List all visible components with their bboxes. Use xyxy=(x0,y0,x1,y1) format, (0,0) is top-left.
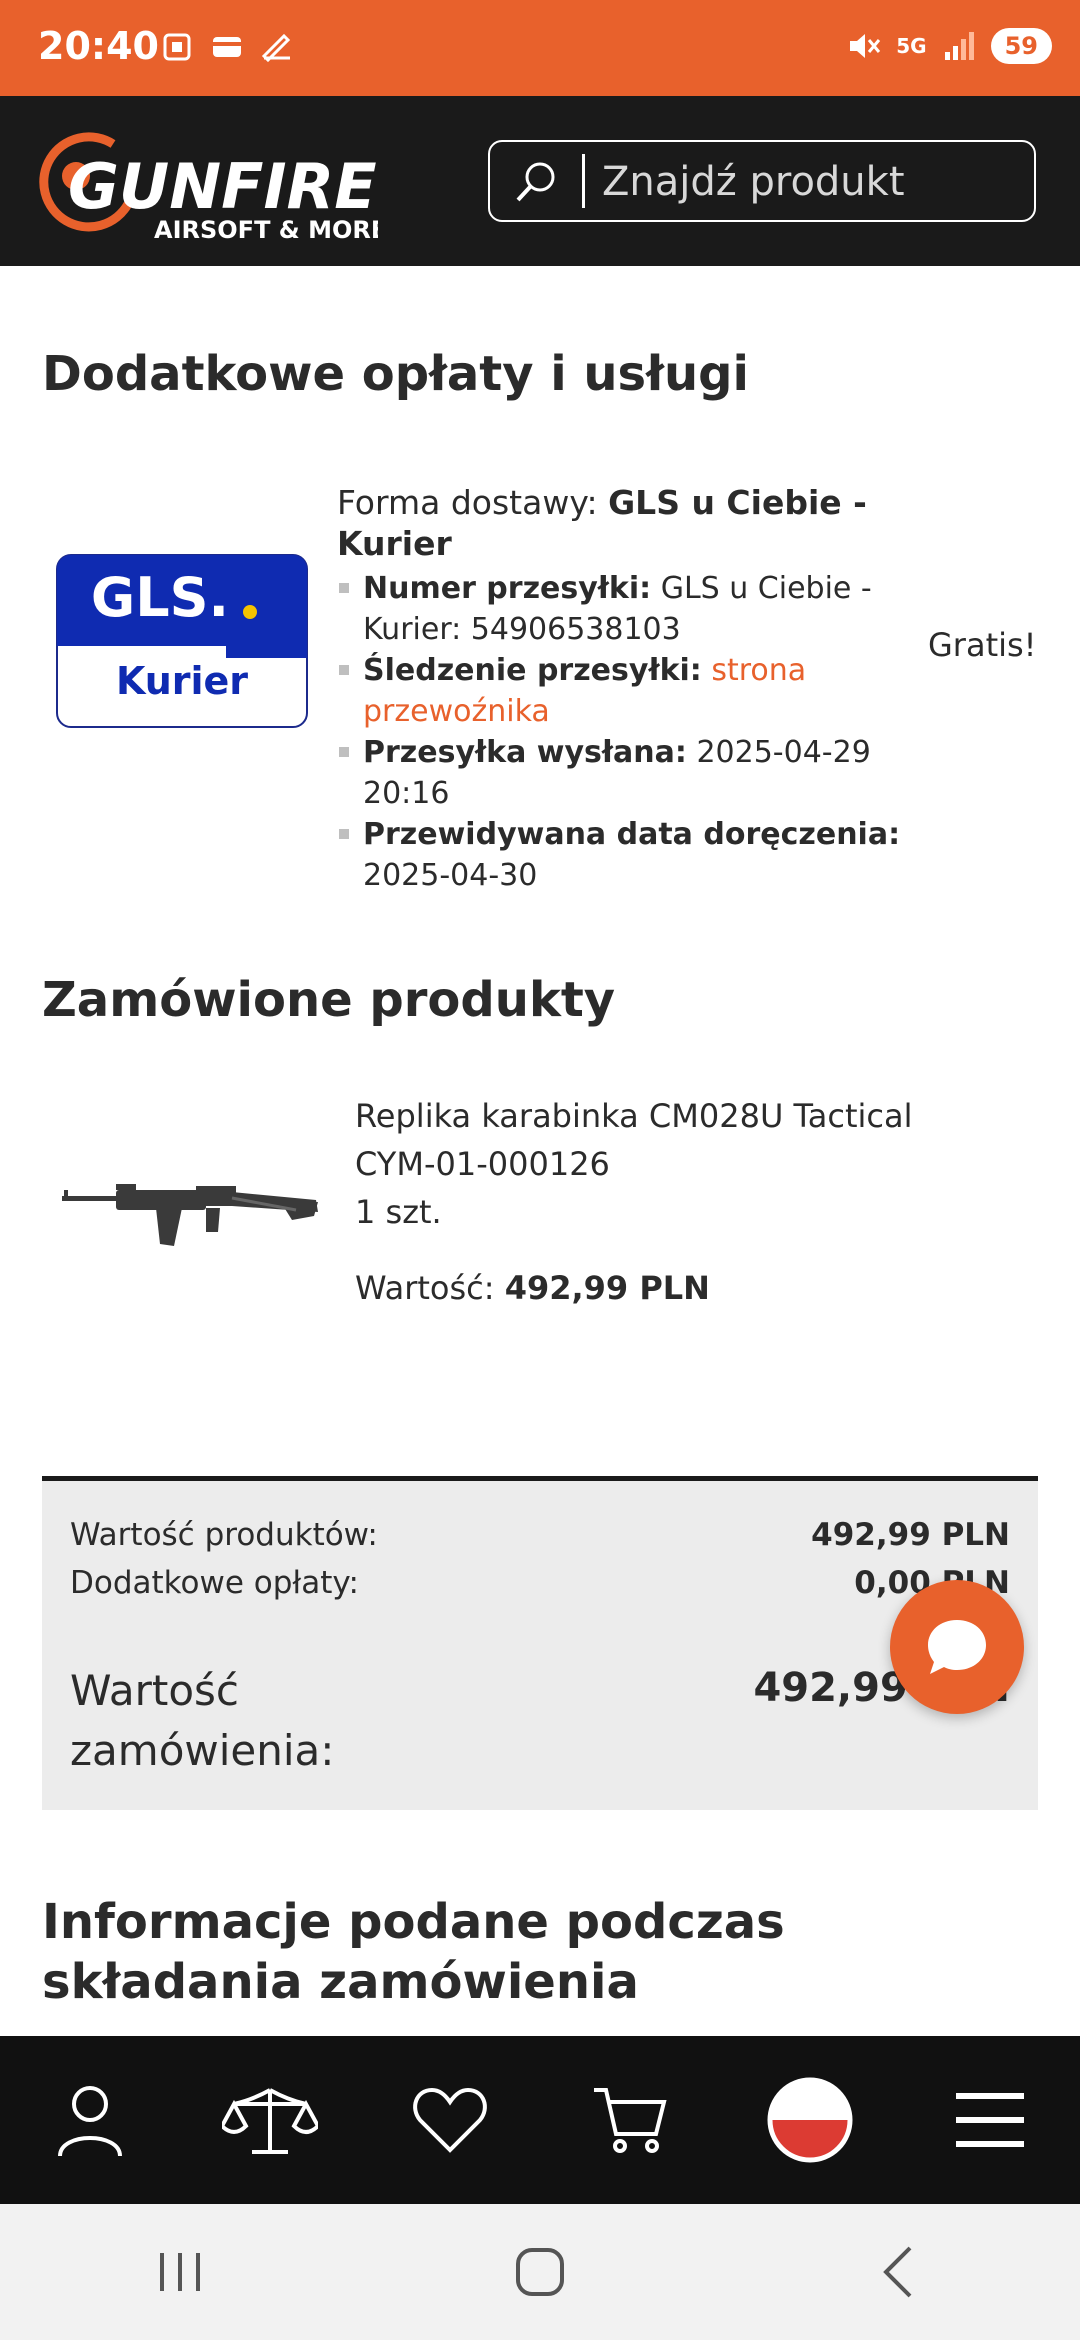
tracking-label: Śledzenie przesyłki: xyxy=(363,653,702,688)
brand-main: GUNFIRE xyxy=(68,150,377,223)
search-icon[interactable] xyxy=(512,158,560,206)
search-box[interactable] xyxy=(488,140,1036,222)
gls-wordmark: GLS. xyxy=(91,566,229,629)
eta-label: Przewidywana data doręczenia: xyxy=(363,817,901,852)
nav-cart[interactable] xyxy=(570,2060,690,2180)
products-total-label: Wartość produktów: xyxy=(70,1517,378,1553)
gunfire-logo[interactable]: GUNFIRE AIRSOFT & MORE xyxy=(28,124,378,244)
bottom-navigation xyxy=(0,2036,1080,2204)
wallet-icon xyxy=(213,37,241,57)
recent-apps-button[interactable] xyxy=(120,2222,240,2322)
text-caret xyxy=(582,154,585,208)
products-section-title: Zamówione produkty xyxy=(42,972,616,1028)
product-quantity: 1 szt. xyxy=(355,1193,442,1231)
chat-button[interactable] xyxy=(890,1580,1024,1714)
order-summary: Wartość produktów: 492,99 PLN Dodatkowe … xyxy=(42,1476,1038,1810)
scales-icon xyxy=(222,2088,318,2154)
gls-carrier-logo: GLS. Kurier xyxy=(56,554,308,728)
nav-account[interactable] xyxy=(30,2060,150,2180)
user-icon xyxy=(58,2086,122,2157)
cart-icon xyxy=(594,2088,667,2153)
mute-icon xyxy=(850,34,881,58)
system-navigation xyxy=(0,2204,1080,2340)
gls-kurier-text: Kurier xyxy=(116,659,248,703)
back-icon xyxy=(883,2246,912,2298)
product-value-label: Wartość: xyxy=(355,1269,495,1307)
back-button[interactable] xyxy=(840,2222,960,2322)
signal-icon xyxy=(944,32,974,60)
product-value: 492,99 PLN xyxy=(504,1269,710,1307)
nav-favorites[interactable] xyxy=(390,2060,510,2180)
site-header: GUNFIRE AIRSOFT & MORE xyxy=(0,96,1080,266)
battery-level: 59 xyxy=(990,28,1052,64)
eta-value: 2025-04-30 xyxy=(363,858,538,893)
nav-compare[interactable] xyxy=(210,2060,330,2180)
product-code: CYM-01-000126 xyxy=(355,1145,610,1183)
product-name[interactable]: Replika karabinka CM028U Tactical xyxy=(355,1092,913,1140)
hamburger-icon xyxy=(956,2093,1024,2147)
home-icon xyxy=(516,2248,564,2296)
nav-language[interactable] xyxy=(750,2060,870,2180)
home-button[interactable] xyxy=(480,2222,600,2322)
tracking-number-label: Numer przesyłki: xyxy=(363,571,652,606)
products-total-value: 492,99 PLN xyxy=(811,1517,1010,1553)
brand-sub: AIRSOFT & MORE xyxy=(154,216,378,244)
status-bar: 20:40 5G 59 xyxy=(0,0,1080,96)
eta-item: Przewidywana data doręczenia: 2025-04-30 xyxy=(337,814,917,896)
fees-total-label: Dodatkowe opłaty: xyxy=(70,1565,359,1601)
pen-icon xyxy=(261,33,291,63)
tracking-item: Śledzenie przesyłki: strona przewoźnika xyxy=(337,650,917,732)
shipped-label: Przesyłka wysłana: xyxy=(363,735,687,770)
chat-bubble-icon xyxy=(928,1620,986,1674)
fees-section-title: Dodatkowe opłaty i usługi xyxy=(42,346,749,402)
search-input[interactable] xyxy=(600,150,1024,214)
shipping-price: Gratis! xyxy=(928,626,1037,664)
screenshot-icon xyxy=(163,33,191,61)
recent-apps-icon xyxy=(160,2253,200,2291)
heart-icon xyxy=(413,2087,487,2153)
poland-flag-icon xyxy=(767,2077,853,2163)
info-section-title: Informacje podane podczas składania zamó… xyxy=(42,1894,785,2010)
shipping-details: Forma dostawy: GLS u Ciebie - Kurier Num… xyxy=(337,482,917,896)
delivery-label: Forma dostawy: xyxy=(337,483,598,522)
network-label: 5G xyxy=(896,34,927,58)
product-image-rifle[interactable] xyxy=(56,1146,328,1286)
order-total-label: Wartość zamówienia: xyxy=(70,1666,335,1775)
status-time: 20:40 xyxy=(38,24,159,68)
tracking-number-item: Numer przesyłki: GLS u Ciebie - Kurier: … xyxy=(337,568,917,650)
shipped-item: Przesyłka wysłana: 2025-04-29 20:16 xyxy=(337,732,917,814)
product-item: Replika karabinka CM028U Tactical CYM-01… xyxy=(355,1092,913,1312)
nav-menu[interactable] xyxy=(930,2060,1050,2180)
